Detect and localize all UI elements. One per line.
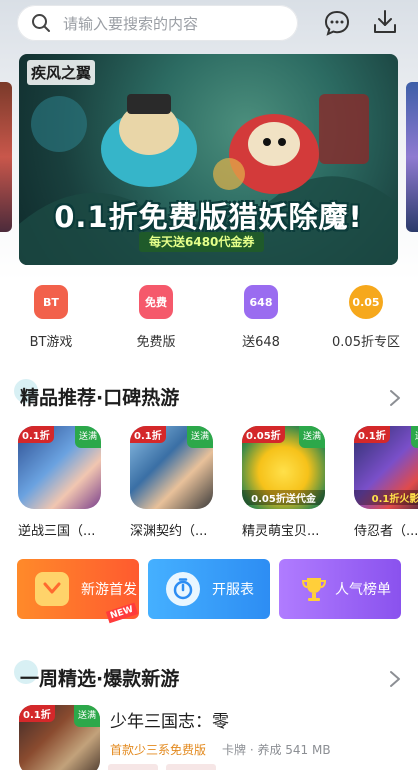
game-icon: 0.1折 送满	[130, 426, 213, 509]
gift-badge: 送满	[74, 705, 100, 727]
tag-chip	[108, 764, 158, 770]
game-icon-overlay-text: 0.05折送代金	[242, 490, 325, 505]
stopwatch-icon	[166, 572, 200, 606]
gift-648-icon: 648	[244, 285, 278, 319]
category-row: BT BT游戏 免费 免费版 648 送648 0.05 0.05折专区	[0, 285, 418, 355]
gift-badge: 送满	[187, 426, 213, 448]
category-648[interactable]: 648 送648	[211, 285, 311, 350]
section-title-weekly-picks: 一周精选·爆款新游	[20, 668, 180, 690]
game-name: 侍忍者（...	[354, 524, 418, 539]
game-icon: 0.05折 送满 0.05折送代金	[242, 426, 325, 509]
top-bar: 请输入要搜索的内容	[0, 0, 418, 46]
banner-game-logo: 疾风之翼	[27, 60, 96, 85]
gift-badge: 送满	[75, 426, 101, 448]
game-name: 深渊契约（...	[130, 524, 208, 539]
message-icon[interactable]	[323, 9, 351, 37]
category-free[interactable]: 免费 免费版	[106, 285, 206, 350]
category-label: 免费版	[136, 335, 176, 350]
feature-label: 人气榜单	[335, 582, 391, 598]
featured-game-name[interactable]: 少年三国志：零	[110, 707, 229, 732]
chevron-right-icon[interactable]	[388, 669, 402, 689]
search-bar[interactable]: 请输入要搜索的内容	[17, 5, 298, 41]
banner-next-slide[interactable]	[406, 82, 418, 232]
feature-label: 新游首发	[81, 582, 137, 598]
featured-game-tags	[108, 764, 216, 770]
free-icon: 免费	[139, 285, 173, 319]
game-icon-overlay-text: 0.1折火影	[354, 490, 418, 505]
game-icon: 0.1折 送满	[18, 426, 101, 509]
game-card[interactable]: 0.1折 送满 深渊契约（...	[130, 426, 222, 539]
banner[interactable]: 疾风之翼 0.1折免费版猎妖除魔! 每天送6480代金券	[19, 54, 398, 265]
discount-badge: 0.1折	[19, 705, 55, 722]
server-schedule-card[interactable]: 开服表	[148, 559, 270, 619]
download-icon[interactable]	[371, 8, 399, 36]
discount-badge: 0.05折	[242, 426, 285, 443]
feature-label: 开服表	[212, 582, 254, 598]
discount-icon: 0.05	[349, 285, 383, 319]
trophy-icon	[297, 572, 331, 606]
search-input[interactable]: 请输入要搜索的内容	[63, 13, 198, 34]
section-title-recommended: 精品推荐·口碑热游	[20, 387, 180, 409]
gift-badge: 送满	[299, 426, 325, 448]
game-card[interactable]: 0.05折 送满 0.05折送代金 精灵萌宝贝...	[242, 426, 334, 539]
game-card[interactable]: 0.1折 送满 0.1折火影 侍忍者（...	[354, 426, 418, 539]
game-icon: 0.1折 送满 0.1折火影	[354, 426, 418, 509]
discount-badge: 0.1折	[18, 426, 54, 443]
discount-badge: 0.1折	[354, 426, 390, 443]
category-label: BT游戏	[29, 335, 73, 350]
medal-icon	[35, 572, 69, 606]
category-label: 0.05折专区	[332, 335, 400, 350]
popularity-chart-card[interactable]: 人气榜单	[279, 559, 401, 619]
chevron-right-icon[interactable]	[388, 388, 402, 408]
category-bt-games[interactable]: BT BT游戏	[1, 285, 101, 350]
banner-tagline: 每天送6480代金券	[139, 232, 265, 252]
game-name: 逆战三国（...	[18, 524, 96, 539]
category-discount[interactable]: 0.05 0.05折专区	[316, 285, 416, 350]
category-label: 送648	[242, 335, 280, 350]
new-badge: NEW	[106, 602, 139, 624]
featured-game-description: 首款少三系免费版	[110, 743, 207, 757]
banner-headline: 0.1折免费版猎妖除魔!	[54, 200, 363, 234]
banner-prev-slide[interactable]	[0, 82, 12, 232]
gift-badge: 送满	[411, 426, 418, 448]
featured-game-meta: 卡牌 · 养成 541 MB	[222, 743, 331, 757]
featured-game-icon[interactable]: 0.1折 送满	[19, 705, 100, 770]
discount-badge: 0.1折	[130, 426, 166, 443]
game-card[interactable]: 0.1折 送满 逆战三国（...	[18, 426, 110, 539]
game-name: 精灵萌宝贝...	[242, 524, 320, 539]
search-icon	[32, 14, 50, 32]
new-games-card[interactable]: 新游首发 NEW	[17, 559, 139, 624]
bt-icon: BT	[34, 285, 68, 319]
tag-chip	[166, 764, 216, 770]
